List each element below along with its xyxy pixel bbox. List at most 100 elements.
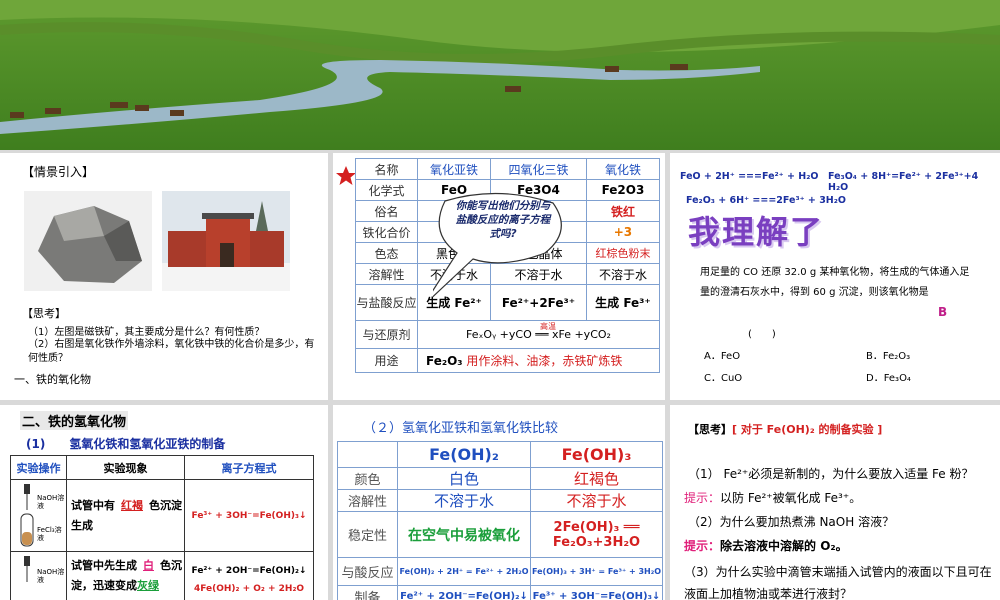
question-1: （1） Fe²⁺必须是新制的，为什么要放入适量 Fe 粉？ bbox=[688, 467, 974, 481]
phenomenon-fe2-pre: 试管中先生成 bbox=[71, 559, 137, 572]
feoh3-solubility: 不溶于水 bbox=[530, 489, 663, 512]
compare-row-color: 颜色 白色 红褐色 bbox=[337, 467, 663, 490]
hint-1: 提示：以防 Fe²⁺被氧化成 Fe³⁺。 bbox=[684, 489, 861, 506]
tube-diagram-1: NaOH溶液 FeCl₃溶液 bbox=[10, 479, 67, 552]
hint-label-1: 提示： bbox=[684, 491, 721, 505]
phenomenon-fe2-fill2: 灰绿 bbox=[137, 579, 159, 592]
red-wall-image bbox=[162, 191, 290, 291]
label-appearance: 色态 bbox=[355, 242, 418, 264]
feoh2-acid-equation: Fe(OH)₂ + 2H⁺ = Fe²⁺ + 2H₂O bbox=[397, 557, 531, 586]
equation-feo: FeO + 2H⁺ ===Fe²⁺ + H₂O bbox=[680, 171, 819, 182]
header-fe2o3: 氧化铁 bbox=[585, 158, 661, 180]
think-label: 【思考】 bbox=[688, 423, 732, 436]
panel-oxide-table: 名称 氧化亚铁 四氧化三铁 氧化铁 化学式 FeO Fe3O4 Fe2O3 俗名… bbox=[333, 153, 665, 400]
hint-2: 提示：除去溶液中溶解的 O₂。 bbox=[684, 537, 848, 554]
header-feoh2: Fe(OH)₂ bbox=[397, 441, 531, 468]
label-acid-reaction-2: 与酸反应 bbox=[337, 557, 398, 586]
compare-header-row: Fe(OH)₂ Fe(OH)₃ bbox=[337, 441, 663, 468]
panel-hydroxide-compare: （２）氢氧化亚铁和氢氧化铁比较 Fe(OH)₂ Fe(OH)₃ 颜色 白色 红褐… bbox=[333, 405, 665, 600]
slide-collage: 【情景引入】 【思考】 （1）左图是磁铁矿，其主要成分是什么？有何性质？ （2）… bbox=[0, 0, 1000, 600]
answer-paren: ( ) bbox=[748, 329, 776, 340]
think-question-2: （2）右图是氧化铁作外墙涂料，氧化铁中铁的化合价是多少，有何性质？ bbox=[28, 339, 315, 364]
compare-table: Fe(OH)₂ Fe(OH)₃ 颜色 白色 红褐色 溶解性 不溶于水 不溶于水 … bbox=[337, 441, 663, 600]
uses-formula: Fe₂O₃ bbox=[426, 354, 463, 368]
header-ionic-equation: 离子方程式 bbox=[184, 455, 314, 480]
star-icon bbox=[336, 166, 356, 185]
answer-b: B bbox=[938, 305, 948, 319]
option-d[interactable]: D．Fe₃O₄ bbox=[866, 369, 911, 384]
section-oxides: 一、铁的氧化物 bbox=[14, 373, 91, 386]
equation-fe2-precip: Fe²⁺ + 2OH⁻=Fe(OH)₂↓ bbox=[191, 566, 307, 576]
panel-hydroxide-prep: 二、铁的氢氧化物 (1) 氢氧化铁和氢氧化亚铁的制备 实验操作 实验现象 离子方… bbox=[0, 405, 328, 600]
prep-row-fe2: NaOH溶液 试管中先生成白色沉淀，迅速变成灰绿 Fe²⁺ + 2OH⁻=Fe(… bbox=[10, 551, 314, 600]
think-heading-2: 【思考】[ 对于 Fe(OH)₂ 的制备实验 ] bbox=[688, 421, 882, 437]
feoh2-prep-equation: Fe²⁺ + 2OH⁻=Fe(OH)₂↓ bbox=[397, 585, 531, 600]
equation-fe2-cell: Fe²⁺ + 2OH⁻=Fe(OH)₂↓ 4Fe(OH)₂ + O₂ + 2H₂… bbox=[184, 551, 314, 600]
prep-header-row: 实验操作 实验现象 离子方程式 bbox=[10, 455, 314, 480]
tube-diagram-2: NaOH溶液 bbox=[10, 551, 67, 600]
equation-fe3o4: Fe₃O₄ + 8H⁺=Fe²⁺ + 2Fe³⁺+4 H₂O bbox=[828, 171, 979, 193]
label-solubility: 溶解性 bbox=[355, 263, 418, 285]
phenomenon-fe3: 试管中有 红褐 色沉淀生成 bbox=[66, 479, 185, 552]
phenomenon-fe2: 试管中先生成白色沉淀，迅速变成灰绿 bbox=[66, 551, 185, 600]
cell-fe2o3-formula: Fe2O3 bbox=[585, 179, 661, 201]
prep-table: 实验操作 实验现象 离子方程式 NaOH溶液 FeCl₃溶液 试管中有 红褐 色沉 bbox=[10, 455, 314, 600]
label-formula: 化学式 bbox=[355, 179, 418, 201]
header-operation: 实验操作 bbox=[10, 455, 67, 480]
phenomenon-fe3-fill: 红褐 bbox=[121, 498, 143, 512]
feoh2-solubility: 不溶于水 bbox=[397, 489, 531, 512]
compare-title: （２）氢氧化亚铁和氢氧化铁比较 bbox=[363, 421, 559, 436]
hint-answer-1: 以防 Fe²⁺被氧化成 Fe³⁺。 bbox=[720, 491, 862, 505]
cell-fe2o3-appearance: 红棕色粉末 bbox=[585, 242, 661, 264]
compare-row-solubility: 溶解性 不溶于水 不溶于水 bbox=[337, 489, 663, 512]
landscape-image bbox=[0, 0, 1000, 150]
feoh2-stability: 在空气中易被氧化 bbox=[397, 511, 531, 558]
phenomenon-fe2-fill: 白 bbox=[143, 559, 154, 572]
landscape-banner bbox=[0, 0, 1000, 150]
feoh3-color: 红褐色 bbox=[530, 467, 663, 490]
think-heading: 【思考】 bbox=[22, 307, 66, 320]
bubble-text: 你能写出他们分别与盐酸反应的离子方程式吗? bbox=[455, 200, 551, 240]
label-common-name: 俗名 bbox=[355, 200, 418, 222]
cell-uses: Fe₂O₃ 用作涂料、油漆，赤铁矿炼铁 bbox=[417, 348, 660, 373]
equation-fe2o3: Fe₂O₃ + 6H⁺ ===2Fe³⁺ + 3H₂O bbox=[686, 195, 846, 206]
compare-row-stability: 稳定性 在空气中易被氧化 2Fe(OH)₃ ══ Fe₂O₃+3H₂O bbox=[337, 511, 663, 558]
hint-label-2: 提示： bbox=[684, 539, 721, 553]
prep-row-fe3: NaOH溶液 FeCl₃溶液 试管中有 红褐 色沉淀生成 Fe³⁺ + 3OH⁻=F… bbox=[10, 479, 314, 552]
cell-fe2o3-valence: +3 bbox=[585, 221, 661, 243]
compare-header-blank bbox=[337, 441, 398, 468]
question-3: （3）为什么实验中滴管末端插入试管内的液面以下且可在液面上加植物油或苯进行液封？ bbox=[684, 565, 992, 600]
feoh3-prep-equation: Fe³⁺ + 3OH⁻=Fe(OH)₃↓ bbox=[530, 585, 663, 600]
tube-label-fecl3: FeCl₃溶液 bbox=[37, 526, 62, 542]
label-uses: 用途 bbox=[355, 348, 418, 373]
think-question-1: （1）左图是磁铁矿，其主要成分是什么？有何性质？ bbox=[28, 327, 265, 338]
cell-fe2o3-name: 铁红 bbox=[585, 200, 661, 222]
label-stability: 稳定性 bbox=[337, 511, 398, 558]
option-a[interactable]: A．FeO bbox=[704, 347, 740, 362]
header-fe3o4: 四氧化三铁 bbox=[490, 158, 587, 180]
cell-fe2o3-acid: 生成 Fe³⁺ bbox=[585, 284, 661, 321]
tube-label-naoh-2: NaOH溶液 bbox=[37, 568, 65, 584]
option-b[interactable]: B．Fe₂O₃ bbox=[866, 347, 910, 362]
prep-subtitle: (1) 氢氧化铁和氢氧化亚铁的制备 bbox=[26, 437, 226, 451]
row-uses: 用途 Fe₂O₃ 用作涂料、油漆，赤铁矿炼铁 bbox=[355, 348, 660, 373]
label-color: 颜色 bbox=[337, 467, 398, 490]
section-hydroxides: 二、铁的氢氧化物 bbox=[20, 411, 129, 430]
question-2: （2）为什么要加热煮沸 NaOH 溶液？ bbox=[688, 515, 895, 529]
compare-row-acid: 与酸反应 Fe(OH)₂ + 2H⁺ = Fe²⁺ + 2H₂O Fe(OH)₃… bbox=[337, 557, 663, 586]
header-feoh3: Fe(OH)₃ bbox=[530, 441, 663, 468]
panel-think-questions: 【思考】[ 对于 Fe(OH)₂ 的制备实验 ] （1） Fe²⁺必须是新制的，… bbox=[670, 405, 1000, 600]
label-acid-reaction: 与盐酸反应 bbox=[355, 284, 418, 321]
feoh2-color: 白色 bbox=[397, 467, 531, 490]
oxide-header-row: 名称 氧化亚铁 四氧化三铁 氧化铁 bbox=[355, 158, 661, 180]
label-reducing-agent: 与还原剂 bbox=[355, 320, 418, 349]
equation-fe3-precip: Fe³⁺ + 3OH⁻=Fe(OH)₃↓ bbox=[184, 479, 314, 552]
uses-text: 用作涂料、油漆，赤铁矿炼铁 bbox=[466, 354, 623, 368]
option-c[interactable]: C．CuO bbox=[704, 369, 742, 384]
scenario-heading: 【情景引入】 bbox=[22, 165, 95, 179]
label-preparation: 制备 bbox=[337, 585, 398, 600]
hint-answer-2: 除去溶液中溶解的 O₂。 bbox=[720, 539, 848, 553]
compare-row-prep: 制备 Fe²⁺ + 2OH⁻=Fe(OH)₂↓ Fe³⁺ + 3OH⁻=Fe(O… bbox=[337, 585, 663, 600]
header-feo: 氧化亚铁 bbox=[416, 158, 492, 180]
header-phenomenon: 实验现象 bbox=[66, 455, 185, 480]
